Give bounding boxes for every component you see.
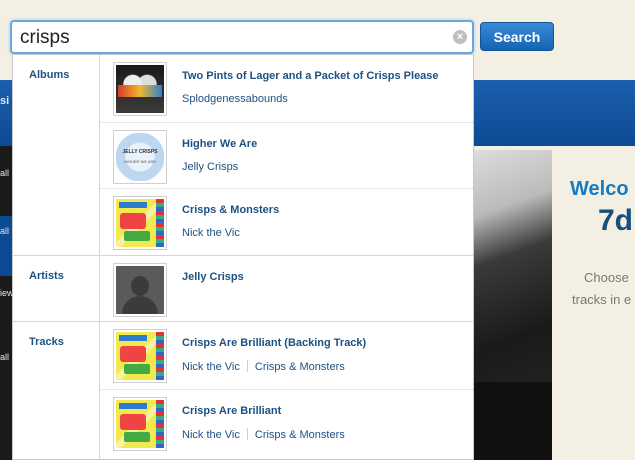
album-cover-image [113, 62, 167, 116]
left-rail-label: all [0, 352, 10, 362]
tracks-section-label: Tracks [29, 336, 64, 348]
search-box: × [10, 20, 474, 54]
tracks-section: Tracks Crisps Are Brilliant (Backing Tra… [13, 321, 473, 459]
album-result[interactable]: Two Pints of Lager and a Packet of Crisp… [100, 55, 473, 121]
albums-section: Albums Two Pints of Lager and a Packet o… [13, 55, 473, 255]
welcome-heading: Welco [570, 178, 629, 200]
separator [246, 428, 248, 440]
album-cover-image: JELLY CRISPS HIGHER WE ARE [113, 130, 167, 184]
track-cover-image [113, 397, 167, 451]
track-result[interactable]: Crisps Are Brilliant Nick the Vic Crisps … [100, 389, 473, 456]
album-artist[interactable]: Nick the Vic [182, 227, 240, 239]
left-rail-label: all [0, 226, 10, 236]
left-rail [0, 146, 12, 460]
artist-result[interactable]: Jelly Crisps [100, 256, 473, 322]
artists-section: Artists Jelly Crisps [13, 255, 473, 322]
intro-text-line: tracks in e [572, 292, 632, 307]
album-cover-image [113, 196, 167, 250]
search-suggestions-dropdown: Albums Two Pints of Lager and a Packet o… [12, 54, 474, 460]
intro-text-line: Choose [584, 270, 629, 285]
album-title[interactable]: Two Pints of Lager and a Packet of Crisp… [182, 70, 439, 82]
search-button[interactable]: Search [480, 22, 554, 51]
left-rail-highlight [0, 216, 12, 276]
album-title[interactable]: Crisps & Monsters [182, 204, 279, 216]
albums-section-label: Albums [29, 69, 70, 81]
album-title[interactable]: Higher We Are [182, 138, 257, 150]
track-result[interactable]: Crisps Are Brilliant (Backing Track) Nic… [100, 322, 473, 388]
album-artist[interactable]: Jelly Crisps [182, 161, 238, 173]
track-cover-image [113, 329, 167, 383]
cover-text: HIGHER WE ARE [123, 159, 157, 164]
nav-fragment: si [0, 95, 10, 107]
track-title[interactable]: Crisps Are Brilliant (Backing Track) [182, 337, 366, 349]
track-album[interactable]: Crisps & Monsters [255, 361, 345, 373]
separator [246, 360, 248, 372]
track-artist[interactable]: Nick the Vic [182, 361, 240, 373]
artist-name[interactable]: Jelly Crisps [182, 271, 244, 283]
track-album[interactable]: Crisps & Monsters [255, 429, 345, 441]
artist-avatar [113, 263, 167, 317]
album-result[interactable]: Crisps & Monsters Nick the Vic [100, 188, 473, 255]
clear-search-icon[interactable]: × [453, 30, 467, 44]
site-name-heading: 7d [598, 204, 634, 237]
search-input[interactable] [20, 25, 440, 51]
hero-photo-shadow [472, 382, 552, 460]
track-title[interactable]: Crisps Are Brilliant [182, 405, 281, 417]
track-artist[interactable]: Nick the Vic [182, 429, 240, 441]
album-artist[interactable]: Splodgenessabounds [182, 93, 288, 105]
artists-section-label: Artists [29, 270, 64, 282]
left-rail-label: all [0, 168, 10, 178]
album-result[interactable]: JELLY CRISPS HIGHER WE ARE Higher We Are… [100, 122, 473, 189]
cover-text: JELLY CRISPS [122, 149, 158, 155]
